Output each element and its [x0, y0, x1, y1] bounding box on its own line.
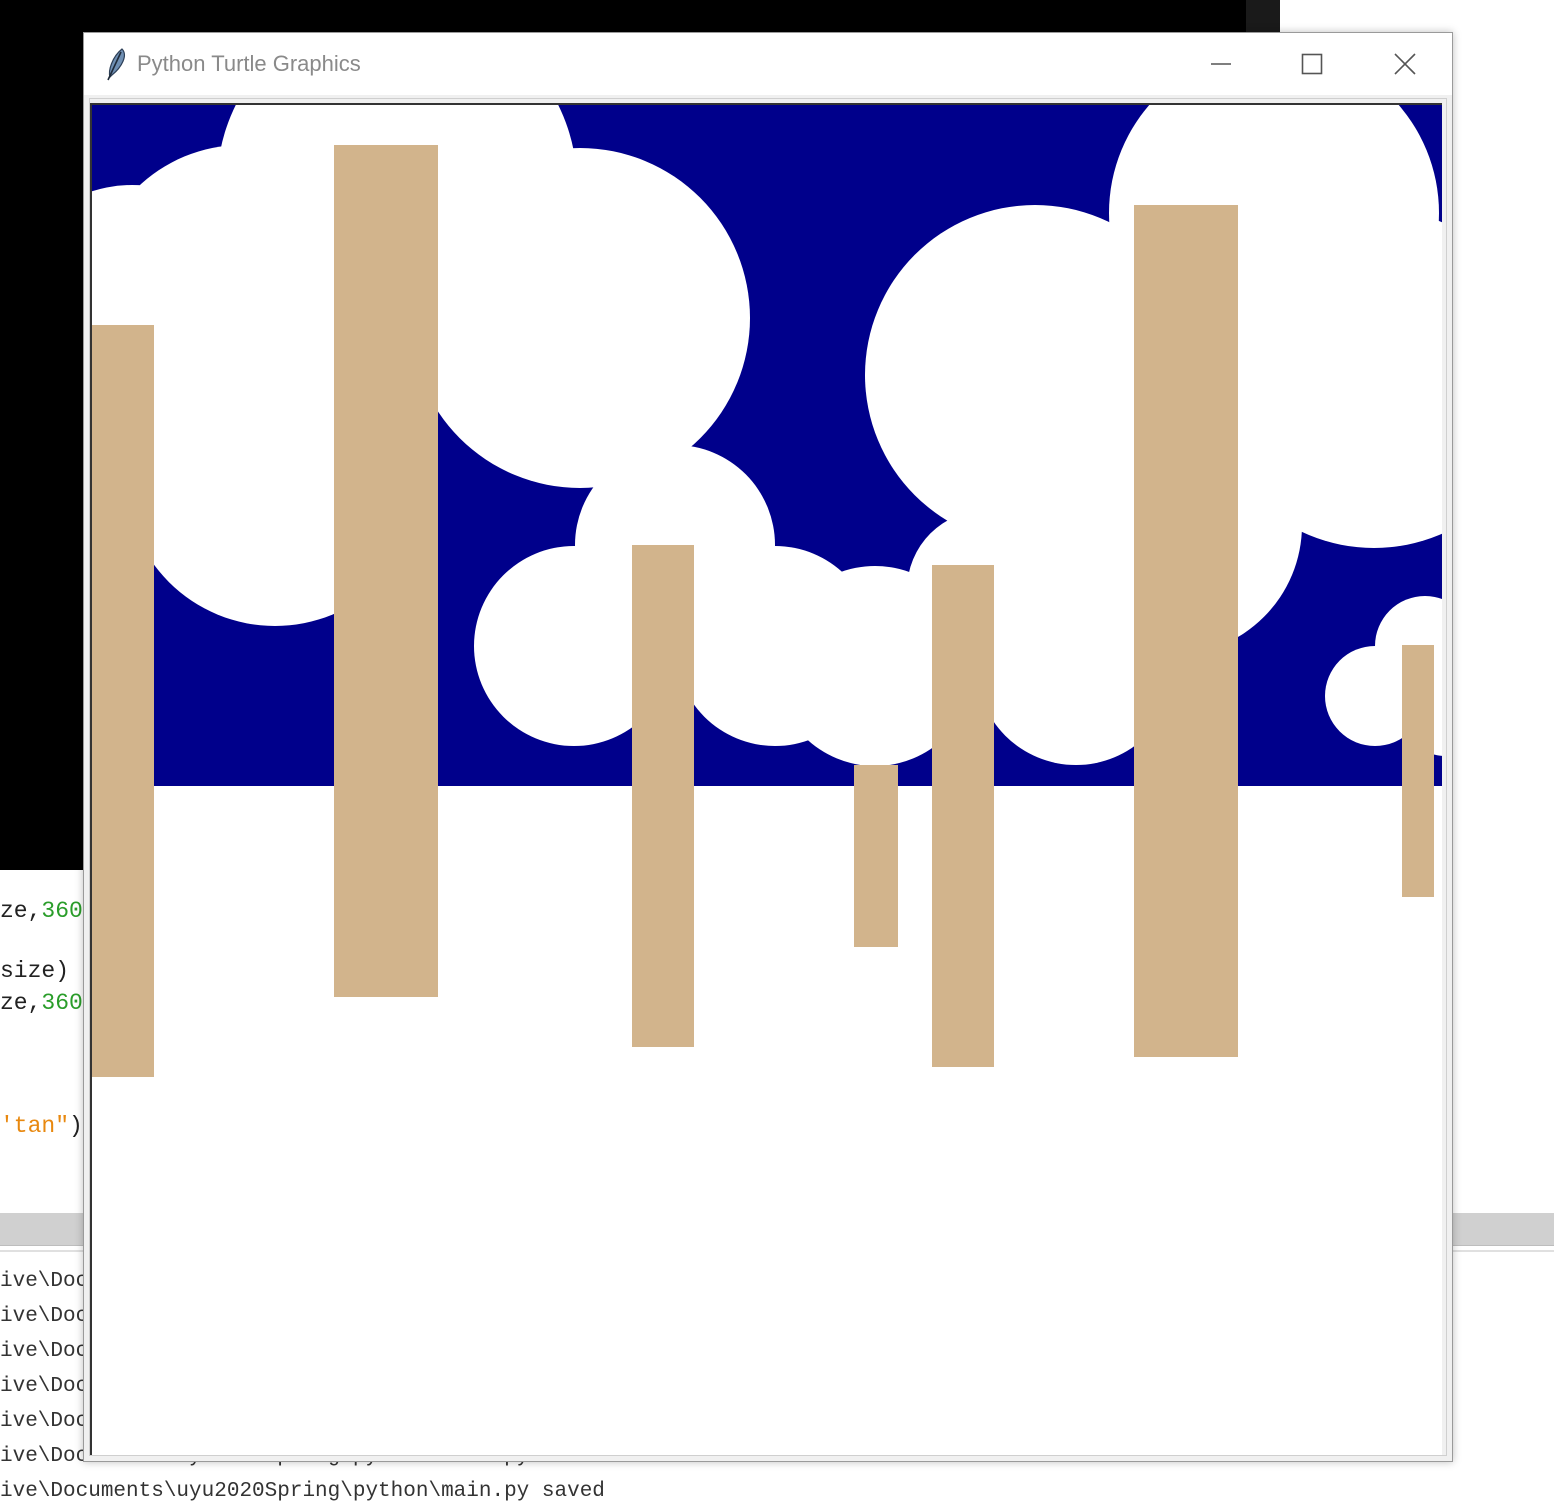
- minimize-button[interactable]: [1176, 33, 1266, 95]
- tree-trunk: [92, 325, 154, 1077]
- tree-trunk: [334, 145, 438, 997]
- title-bar[interactable]: Python Turtle Graphics: [84, 33, 1452, 95]
- feather-icon: [107, 48, 125, 81]
- window-title: Python Turtle Graphics: [137, 51, 361, 76]
- console-line: ive\Doc: [0, 1410, 89, 1433]
- turtle-graphics-window[interactable]: Python Turtle Graphics: [83, 32, 1453, 1462]
- console-line: ive\Doc: [0, 1340, 89, 1363]
- close-button[interactable]: [1360, 33, 1450, 95]
- tree-trunk: [932, 565, 994, 1067]
- code-line: 'tan"): [0, 1113, 83, 1139]
- code-line: ze,360: [0, 898, 83, 924]
- console-line: ive\Doc: [0, 1305, 89, 1328]
- tree-trunk: [632, 545, 694, 1047]
- tree-trunk: [854, 765, 898, 947]
- maximize-icon: [1301, 53, 1323, 75]
- terminal-window-edge: [1246, 0, 1280, 34]
- code-line: size): [0, 958, 70, 984]
- turtle-canvas-frame[interactable]: [90, 103, 1442, 1455]
- tree-trunk: [1402, 645, 1434, 897]
- code-line: ze,360: [0, 990, 83, 1016]
- console-line: ive\Doc: [0, 1270, 89, 1293]
- maximize-button[interactable]: [1267, 33, 1357, 95]
- console-line: ive\Doc: [0, 1375, 89, 1398]
- minimize-icon: [1211, 63, 1231, 65]
- close-icon: [1394, 53, 1416, 75]
- console-line: ive\Documents\uyu2020Spring\python\main.…: [0, 1480, 605, 1503]
- turtle-canvas[interactable]: [92, 105, 1442, 1455]
- tree-trunk: [1134, 205, 1238, 1057]
